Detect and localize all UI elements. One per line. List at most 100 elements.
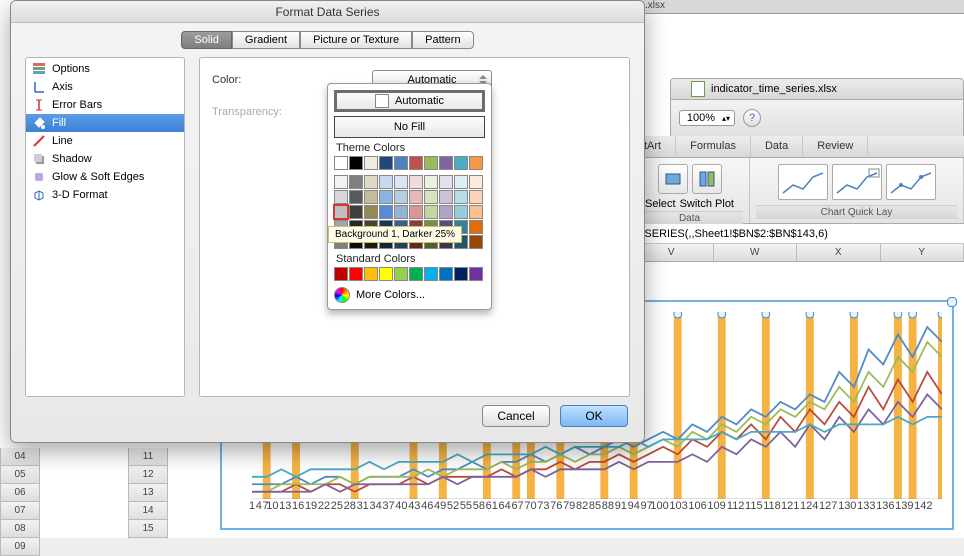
chart-layout-2[interactable]	[832, 164, 882, 200]
color-swatch[interactable]	[454, 267, 468, 281]
color-swatch[interactable]	[349, 190, 363, 204]
help-icon[interactable]: ?	[743, 109, 761, 127]
color-swatch[interactable]	[349, 175, 363, 189]
color-swatch[interactable]	[349, 156, 363, 170]
row-13[interactable]: 13	[128, 484, 168, 502]
ribbon-tab-formulas[interactable]: Formulas	[676, 136, 751, 157]
switch-label: Switch Plot	[680, 198, 734, 210]
switch-plot-button[interactable]	[692, 164, 722, 194]
color-swatch[interactable]	[454, 175, 468, 189]
sidebar-item-options[interactable]: Options	[26, 60, 184, 78]
chart-layout-1[interactable]	[778, 164, 828, 200]
ribbon-tab-data[interactable]: Data	[751, 136, 803, 157]
select-label: Select	[645, 198, 676, 210]
color-swatch[interactable]	[334, 267, 348, 281]
sidebar-item-shadow[interactable]: Shadow	[26, 150, 184, 168]
color-swatch[interactable]	[409, 190, 423, 204]
zoom-control[interactable]: ▴▾	[679, 110, 735, 126]
color-swatch[interactable]	[364, 205, 378, 219]
chart-layout-3[interactable]	[886, 164, 936, 200]
color-swatch[interactable]	[469, 235, 483, 249]
popover-automatic[interactable]: Automatic	[334, 90, 485, 112]
cancel-button[interactable]: Cancel	[482, 405, 550, 427]
popover-nofill[interactable]: No Fill	[334, 116, 485, 138]
row-14[interactable]: 14	[128, 502, 168, 520]
ok-button[interactable]: OK	[560, 405, 628, 427]
tab-gradient[interactable]: Gradient	[232, 31, 300, 49]
color-swatch[interactable]	[469, 220, 483, 234]
color-swatch[interactable]	[394, 190, 408, 204]
color-swatch[interactable]	[364, 156, 378, 170]
row-07[interactable]: 07	[0, 502, 40, 520]
bg-toolbar: ▴▾ ?	[670, 100, 964, 136]
color-swatch[interactable]	[439, 175, 453, 189]
row-09[interactable]: 09	[0, 538, 40, 556]
color-swatch[interactable]	[334, 190, 348, 204]
color-swatch[interactable]	[379, 190, 393, 204]
sidebar-item-glow[interactable]: Glow & Soft Edges	[26, 168, 184, 186]
more-colors[interactable]: More Colors...	[334, 287, 485, 303]
color-swatch[interactable]	[439, 205, 453, 219]
color-swatch[interactable]	[364, 175, 378, 189]
tab-pattern[interactable]: Pattern	[412, 31, 473, 49]
color-swatch[interactable]	[334, 156, 348, 170]
color-swatch[interactable]	[454, 190, 468, 204]
row-04[interactable]: 04	[0, 448, 40, 466]
color-swatch[interactable]	[409, 205, 423, 219]
row-11[interactable]: 11	[128, 448, 168, 466]
color-swatch[interactable]	[379, 267, 393, 281]
color-swatch[interactable]	[349, 205, 363, 219]
color-swatch[interactable]	[439, 156, 453, 170]
color-swatch[interactable]	[409, 267, 423, 281]
color-swatch[interactable]	[454, 205, 468, 219]
color-swatch[interactable]	[469, 267, 483, 281]
col-X[interactable]: X	[797, 244, 881, 261]
color-swatch[interactable]	[349, 267, 363, 281]
color-swatch[interactable]	[334, 205, 348, 219]
color-swatch[interactable]	[469, 190, 483, 204]
row-15[interactable]: 15	[128, 520, 168, 538]
color-swatch[interactable]	[409, 156, 423, 170]
ribbon: SelectSwitch Plot Data Chart Quick Lay	[630, 158, 964, 224]
color-swatch[interactable]	[454, 156, 468, 170]
row-12[interactable]: 12	[128, 466, 168, 484]
color-swatch[interactable]	[364, 190, 378, 204]
color-swatch[interactable]	[439, 267, 453, 281]
color-swatch[interactable]	[379, 156, 393, 170]
color-swatch[interactable]	[424, 156, 438, 170]
color-swatch[interactable]	[334, 175, 348, 189]
color-swatch[interactable]	[439, 190, 453, 204]
row-06[interactable]: 06	[0, 484, 40, 502]
color-swatch[interactable]	[394, 175, 408, 189]
sidebar-item-line[interactable]: Line	[26, 132, 184, 150]
select-button[interactable]	[658, 164, 688, 194]
color-swatch[interactable]	[409, 175, 423, 189]
ribbon-tab-review[interactable]: Review	[803, 136, 868, 157]
sidebar-item-errorbars[interactable]: Error Bars	[26, 96, 184, 114]
color-swatch[interactable]	[364, 267, 378, 281]
color-swatch[interactable]	[424, 267, 438, 281]
color-swatch[interactable]	[379, 175, 393, 189]
tab-solid[interactable]: Solid	[181, 31, 231, 49]
color-swatch[interactable]	[424, 205, 438, 219]
col-W[interactable]: W	[714, 244, 798, 261]
col-Y[interactable]: Y	[881, 244, 964, 261]
tab-picture[interactable]: Picture or Texture	[300, 31, 412, 49]
color-swatch[interactable]	[394, 267, 408, 281]
color-swatch[interactable]	[469, 156, 483, 170]
row-05[interactable]: 05	[0, 466, 40, 484]
color-swatch[interactable]	[394, 205, 408, 219]
color-swatch[interactable]	[379, 205, 393, 219]
color-swatch[interactable]	[394, 156, 408, 170]
row-08[interactable]: 08	[0, 520, 40, 538]
color-swatch[interactable]	[424, 175, 438, 189]
sidebar-item-fill[interactable]: Fill	[26, 114, 184, 132]
color-swatch[interactable]	[469, 175, 483, 189]
sidebar-item-axis[interactable]: Axis	[26, 78, 184, 96]
zoom-input[interactable]	[682, 112, 720, 124]
sidebar-item-3d[interactable]: 3-D Format	[26, 186, 184, 204]
color-swatch[interactable]	[469, 205, 483, 219]
color-swatch[interactable]	[424, 190, 438, 204]
zoom-stepper-icon[interactable]: ▴▾	[720, 114, 732, 123]
formula-bar[interactable]: =SERIES(,,Sheet1!$BN$2:$BN$143,6)	[630, 224, 964, 244]
